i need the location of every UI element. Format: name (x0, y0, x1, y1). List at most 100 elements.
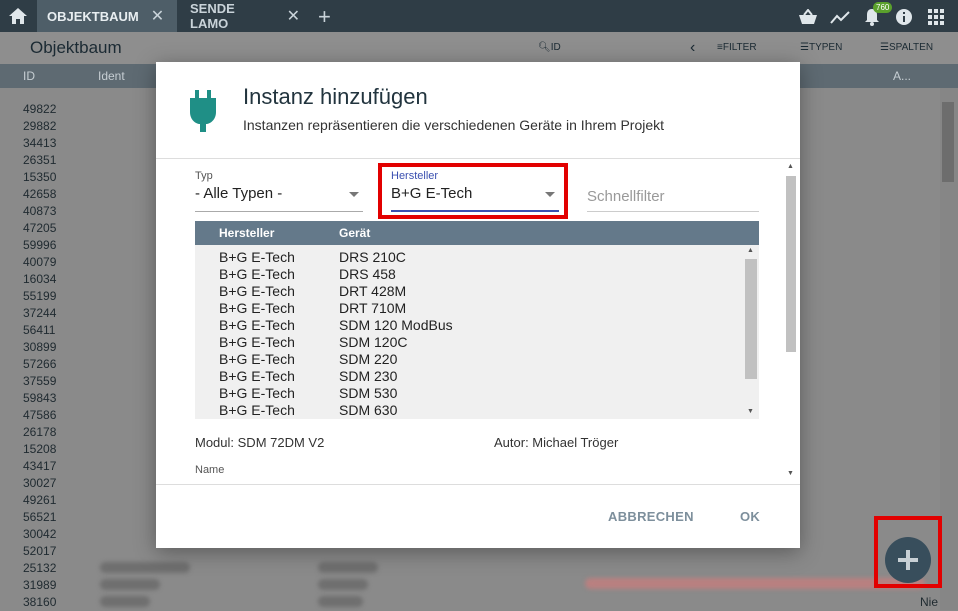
list-item[interactable]: 40873 (23, 203, 56, 220)
list-item[interactable]: 56411 (23, 322, 56, 339)
list-item[interactable]: 47205 (23, 220, 56, 237)
table-row[interactable]: B+G E-Tech DRT 710M (195, 300, 743, 317)
id-list: 49822 29882 34413 26351 15350 42658 4087… (23, 101, 56, 611)
list-item[interactable]: 47586 (23, 407, 56, 424)
list-item[interactable]: 30027 (23, 475, 56, 492)
cell-device: DRS 458 (339, 266, 396, 282)
tab-sende-lamo[interactable]: SENDE LAMO ✕ (180, 0, 310, 32)
list-item[interactable]: 59843 (23, 390, 56, 407)
tab-objektbaum[interactable]: OBJEKTBAUM ✕ (37, 0, 177, 32)
list-item[interactable]: 56521 (23, 509, 56, 526)
cell-manufacturer: B+G E-Tech (219, 385, 295, 401)
list-item[interactable]: 34413 (23, 135, 56, 152)
cell-manufacturer: B+G E-Tech (219, 368, 295, 384)
list-item[interactable]: 29882 (23, 118, 56, 135)
table-row[interactable]: B+G E-Tech SDM 630 (195, 402, 743, 419)
author-info: Autor: Michael Tröger (494, 435, 619, 450)
list-item[interactable]: 37244 (23, 305, 56, 322)
chevron-down-icon (349, 192, 359, 197)
info-icon[interactable] (893, 6, 915, 28)
table-row[interactable]: B+G E-Tech DRS 458 (195, 266, 743, 283)
table-row[interactable]: B+G E-Tech DRT 428M (195, 283, 743, 300)
id-search[interactable]: 🔍︎ID (538, 42, 561, 53)
chevron-left-icon[interactable]: ‹ (690, 39, 695, 57)
device-table: B+G E-Tech DRS 210C B+G E-Tech DRS 458 B+G… (195, 245, 759, 419)
scroll-up-icon[interactable]: ▲ (747, 247, 754, 254)
list-item[interactable]: 26351 (23, 152, 56, 169)
table-row[interactable]: B+G E-Tech DRS 210C (195, 249, 743, 266)
types-label: TYPEN (808, 42, 843, 53)
column-id[interactable]: ID (23, 69, 35, 83)
list-item[interactable]: 38160 (23, 594, 56, 611)
close-icon[interactable]: ✕ (151, 6, 164, 26)
list-item[interactable]: 49822 (23, 101, 56, 118)
list-icon: ☰ (800, 42, 809, 53)
list-item[interactable]: 59996 (23, 237, 56, 254)
redacted-cell (318, 562, 378, 573)
column-a[interactable]: A... (893, 69, 911, 83)
table-row[interactable]: B+G E-Tech SDM 120C (195, 334, 743, 351)
list-item[interactable]: 30899 (23, 339, 56, 356)
table-row[interactable]: B+G E-Tech SDM 120 ModBus (195, 317, 743, 334)
add-tab-icon[interactable]: + (318, 4, 331, 30)
table-row[interactable]: B+G E-Tech SDM 220 (195, 351, 743, 368)
quickfilter-input[interactable]: Schnellfilter (587, 170, 759, 212)
basket-icon[interactable] (797, 6, 819, 28)
filter-button[interactable]: ≡FILTER (717, 42, 757, 53)
scrollbar[interactable] (940, 88, 958, 610)
table-row[interactable]: B+G E-Tech SDM 530 (195, 385, 743, 402)
scrollbar-thumb[interactable] (942, 102, 954, 182)
page-header: Objektbaum 🔍︎ID ‹ ≡FILTER ☰TYPEN ☰SPALTE… (0, 32, 958, 64)
apps-grid-icon[interactable] (925, 6, 947, 28)
list-item[interactable]: 16034 (23, 271, 56, 288)
cell-device: SDM 120 ModBus (339, 317, 453, 333)
list-item[interactable]: 57266 (23, 356, 56, 373)
close-icon[interactable]: ✕ (287, 6, 300, 26)
column-ident[interactable]: Ident (98, 69, 125, 83)
list-item[interactable]: 26178 (23, 424, 56, 441)
cancel-button[interactable]: ABBRECHEN (608, 509, 694, 524)
redacted-cell (100, 579, 160, 590)
cell-manufacturer: B+G E-Tech (219, 402, 295, 418)
search-label: ID (550, 42, 561, 53)
type-label: Typ (195, 170, 213, 182)
table-scrollbar[interactable]: ▲ ▼ (744, 245, 758, 419)
list-item[interactable]: 43417 (23, 458, 56, 475)
list-item[interactable]: 49261 (23, 492, 56, 509)
scroll-up-icon[interactable]: ▲ (787, 163, 794, 170)
page-title: Objektbaum (30, 38, 122, 57)
column-device[interactable]: Gerät (339, 226, 370, 240)
dialog-header: Instanz hinzufügen Instanzen repräsentie… (156, 62, 800, 156)
list-item[interactable]: 37559 (23, 373, 56, 390)
list-item[interactable]: 55199 (23, 288, 56, 305)
list-item[interactable]: 42658 (23, 186, 56, 203)
dialog-scrollbar[interactable]: ▲ ▼ (784, 162, 798, 482)
list-item[interactable]: 15350 (23, 169, 56, 186)
list-item[interactable]: 15208 (23, 441, 56, 458)
ok-button[interactable]: OK (740, 509, 760, 524)
scrollbar-thumb[interactable] (786, 176, 796, 352)
list-item[interactable]: 31989 (23, 577, 56, 594)
list-item[interactable]: 52017 (23, 543, 56, 560)
types-button[interactable]: ☰TYPEN (800, 42, 842, 53)
top-bar: OBJEKTBAUM ✕ SENDE LAMO ✕ + 760 (0, 0, 958, 32)
scroll-down-icon[interactable]: ▼ (787, 470, 794, 477)
home-button[interactable] (0, 0, 36, 32)
cell-value: Nie (920, 595, 939, 609)
list-item[interactable]: 40079 (23, 254, 56, 271)
list-item[interactable]: 30042 (23, 526, 56, 543)
columns-button[interactable]: ☰SPALTEN (880, 42, 933, 53)
cell-device: SDM 530 (339, 385, 398, 401)
columns-label: SPALTEN (888, 42, 934, 53)
redacted-cell (318, 579, 368, 590)
table-row[interactable]: B+G E-Tech SDM 230 (195, 368, 743, 385)
filter-label: FILTER (722, 42, 757, 53)
scroll-down-icon[interactable]: ▼ (747, 408, 754, 415)
trend-icon[interactable] (829, 6, 851, 28)
column-manufacturer[interactable]: Hersteller (219, 226, 274, 240)
dialog-title: Instanz hinzufügen (243, 84, 428, 109)
scrollbar-thumb[interactable] (745, 259, 757, 379)
list-item[interactable]: 25132 (23, 560, 56, 577)
type-select[interactable]: Typ - Alle Typen - (195, 170, 363, 212)
tab-label: SENDE LAMO (190, 1, 235, 31)
